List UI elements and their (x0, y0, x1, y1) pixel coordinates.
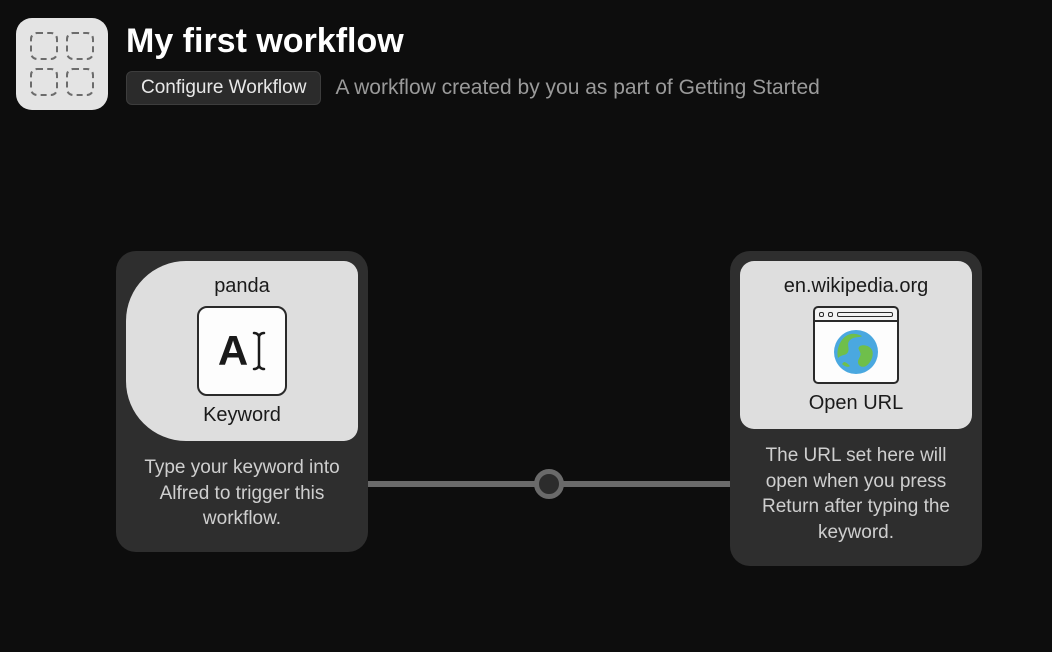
workflow-node-open-url[interactable]: en.wikipedia.org Op (730, 251, 982, 566)
connection-node[interactable] (534, 469, 564, 499)
header-text: My first workflow Configure Workflow A w… (126, 18, 820, 105)
node-type-label: Open URL (809, 392, 904, 415)
header-subrow: Configure Workflow A workflow created by… (126, 71, 820, 105)
browser-globe-icon (813, 306, 899, 384)
icon-slot (30, 68, 58, 96)
node-value: panda (214, 275, 270, 298)
icon-slot (30, 32, 58, 60)
workflow-description: A workflow created by you as part of Get… (335, 76, 819, 100)
globe-icon (832, 328, 880, 376)
workflow-title: My first workflow (126, 22, 820, 61)
text-cursor-icon: A (197, 306, 287, 396)
header: My first workflow Configure Workflow A w… (0, 0, 1052, 128)
node-type-label: Keyword (203, 404, 281, 427)
icon-slot (66, 68, 94, 96)
node-help-text: Type your keyword into Alfred to trigger… (126, 441, 358, 542)
node-inner: en.wikipedia.org Op (740, 261, 972, 429)
workflow-canvas[interactable]: panda A Keyword Type your keyword into A… (0, 128, 1052, 650)
workflow-icon-placeholder[interactable] (16, 18, 108, 110)
icon-slot (66, 32, 94, 60)
configure-workflow-button[interactable]: Configure Workflow (126, 71, 321, 105)
workflow-node-keyword[interactable]: panda A Keyword Type your keyword into A… (116, 251, 368, 552)
node-inner: panda A Keyword (126, 261, 358, 441)
node-value: en.wikipedia.org (784, 275, 929, 298)
node-help-text: The URL set here will open when you pres… (740, 429, 972, 556)
